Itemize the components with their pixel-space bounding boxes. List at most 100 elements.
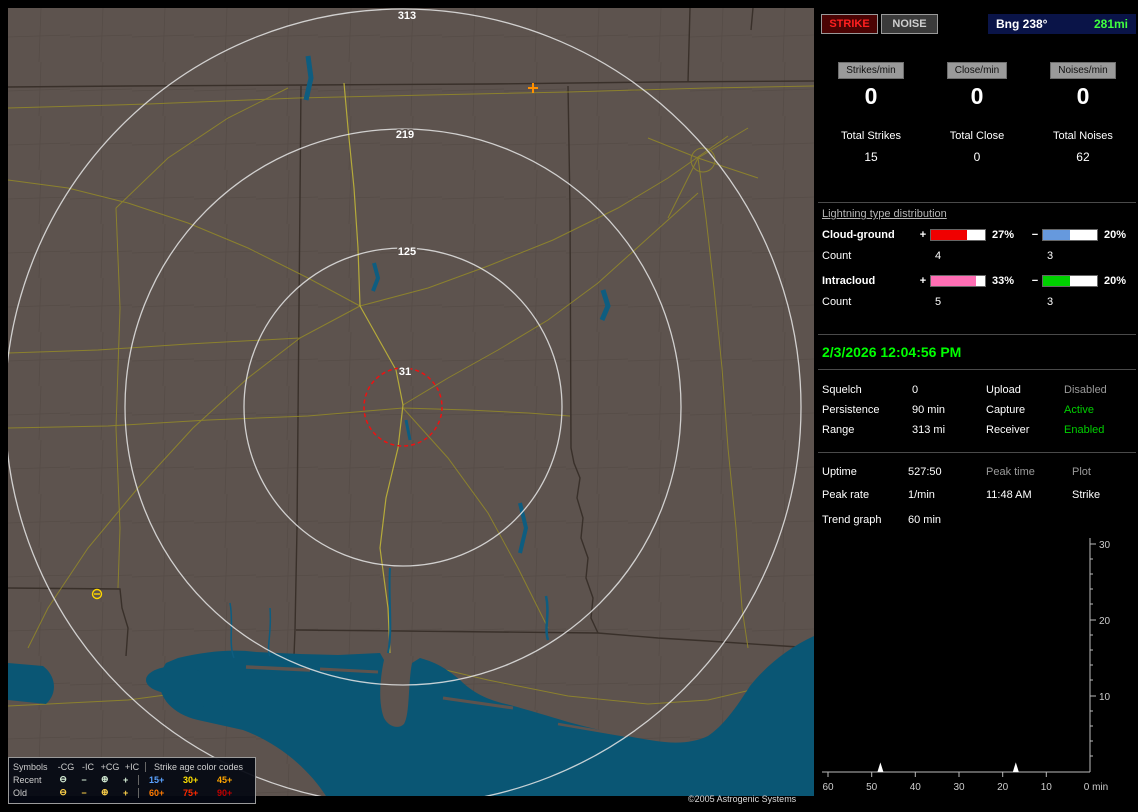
squelch-value: 0 — [912, 384, 919, 396]
peak-time-header: Peak time — [986, 466, 1035, 478]
cloud-ground-label: Cloud-ground — [822, 229, 895, 241]
legend-col-neg-ic: -IC — [82, 761, 94, 772]
capture-status: Active — [1064, 404, 1094, 416]
intracloud-count-row: Count 5 3 — [822, 296, 1132, 308]
receiver-label: Receiver — [986, 424, 1030, 436]
range-value: 313 mi — [912, 424, 946, 436]
trend-axes — [822, 538, 1096, 777]
count-label: Count — [822, 250, 852, 262]
total-noises-label: Total Noises — [1053, 130, 1113, 142]
close-per-min-value: 0 — [970, 83, 984, 109]
trend-graph: 30 20 10 60 50 40 30 20 10 0 min — [818, 532, 1136, 805]
cg-plus-pct: 27% — [992, 229, 1015, 241]
age-code-45: 45+ — [216, 774, 233, 785]
neg-ic-old-icon: − — [81, 787, 87, 798]
cg-minus-count: 3 — [1047, 250, 1054, 262]
plus-sign: + — [919, 275, 927, 287]
ic-minus-pct: 20% — [1104, 275, 1127, 287]
trend-plot-spikes — [877, 762, 1019, 772]
plus-sign: + — [919, 229, 927, 241]
distribution-section: Lightning type distribution Cloud-ground… — [818, 202, 1136, 321]
ic-minus-count: 3 — [1047, 296, 1054, 308]
ic-plus-bar — [930, 275, 986, 287]
ring-label-313: 313 — [398, 10, 416, 22]
total-strikes-label: Total Strikes — [841, 130, 901, 142]
noise-button[interactable]: NOISE — [881, 14, 938, 34]
neg-ic-recent-icon: − — [81, 774, 87, 785]
count-label: Count — [822, 296, 852, 308]
legend-col-neg-cg: -CG — [57, 761, 75, 772]
map-legend: Symbols -CG -IC +CG +IC Strike age color… — [8, 757, 256, 804]
svg-text:10: 10 — [1041, 782, 1053, 793]
noises-per-min-label: Noises/min — [1050, 62, 1116, 79]
noises-per-min-value: 0 — [1076, 83, 1090, 109]
receiver-status: Enabled — [1064, 424, 1105, 436]
status-panel: STRIKE NOISE Bng 238° 281mi Strikes/min … — [818, 8, 1136, 804]
legend-col-pos-cg: +CG — [100, 761, 120, 772]
capture-label: Capture — [986, 404, 1026, 416]
trend-header: Trend graph 60 min — [818, 514, 1136, 526]
ring-label-219: 219 — [396, 129, 414, 141]
cg-plus-count: 4 — [935, 250, 942, 262]
plot-header: Plot — [1072, 466, 1091, 478]
settings-section: Squelch 0 Upload Disabled Persistence 90… — [818, 374, 1136, 440]
total-close-label: Total Close — [949, 130, 1005, 142]
plot-value: Strike — [1072, 489, 1101, 501]
svg-text:30: 30 — [1099, 540, 1111, 551]
pos-cg-recent-icon: ⊕ — [100, 774, 109, 784]
legend-age-header: Strike age color codes — [145, 761, 251, 772]
age-code-15: 15+ — [148, 774, 165, 785]
age-code-30: 30+ — [182, 774, 199, 785]
total-close-value: 0 — [973, 150, 981, 164]
pos-ic-recent-icon: + — [122, 774, 129, 785]
panel-header: STRIKE NOISE Bng 238° 281mi — [818, 14, 1136, 34]
stats-section: Uptime 527:50 Peak time Plot Peak rate 1… — [818, 452, 1136, 507]
legend-row-old-label: Old — [13, 787, 28, 798]
close-per-min-label: Close/min — [946, 62, 1008, 79]
persistence-label: Persistence — [822, 404, 880, 416]
svg-text:40: 40 — [910, 782, 922, 793]
total-strikes-value: 15 — [864, 150, 878, 164]
map-canvas: 313 219 125 31 — [8, 8, 814, 796]
trend-graph-canvas: 30 20 10 60 50 40 30 20 10 0 min — [822, 538, 1111, 793]
rates-section: Strikes/min 0 Close/min 0 Noises/min 0 — [818, 62, 1136, 110]
svg-text:10: 10 — [1099, 692, 1111, 703]
peak-rate-value: 1/min — [908, 489, 935, 501]
trend-x-labels: 60 50 40 30 20 10 0 min — [822, 782, 1108, 793]
svg-text:60: 60 — [822, 782, 834, 793]
age-code-75: 75+ — [182, 787, 199, 798]
svg-text:0 min: 0 min — [1084, 782, 1108, 793]
totals-section: Total Strikes 15 Total Close 0 Total Noi… — [818, 130, 1136, 164]
neg-cg-recent-icon: ⊖ — [59, 774, 67, 784]
peak-rate-label: Peak rate — [822, 489, 870, 501]
svg-text:20: 20 — [997, 782, 1009, 793]
legend-symbols-header: Symbols — [13, 761, 48, 772]
copyright-text: ©2005 Astrogenic Systems — [688, 794, 797, 804]
lightning-map[interactable]: 313 219 125 31 — [8, 8, 814, 796]
neg-cg-old-icon: ⊖ — [59, 787, 67, 797]
strikes-per-min-value: 0 — [864, 83, 878, 109]
pos-ic-old-icon: + — [122, 787, 129, 798]
cg-minus-pct: 20% — [1104, 229, 1127, 241]
age-code-60: 60+ — [148, 787, 165, 798]
total-noises-value: 62 — [1076, 150, 1090, 164]
cg-plus-bar — [930, 229, 986, 241]
upload-status: Disabled — [1064, 384, 1107, 396]
persistence-value: 90 min — [912, 404, 946, 416]
ic-plus-pct: 33% — [992, 275, 1015, 287]
ring-label-31: 31 — [399, 366, 411, 378]
svg-text:30: 30 — [953, 782, 965, 793]
ring-label-125: 125 — [398, 246, 416, 258]
pos-cg-old-icon: ⊕ — [100, 787, 109, 797]
peak-time-value: 11:48 AM — [986, 489, 1032, 501]
age-code-90: 90+ — [216, 787, 233, 798]
legend-row-recent-label: Recent — [13, 774, 42, 785]
legend-col-pos-ic: +IC — [124, 761, 140, 772]
minus-sign: − — [1031, 229, 1039, 241]
cloud-ground-row: Cloud-ground + 27% − 20% — [822, 229, 1132, 241]
intracloud-row: Intracloud + 33% − 20% — [822, 275, 1132, 287]
upload-label: Upload — [986, 384, 1021, 396]
cg-minus-bar — [1042, 229, 1098, 241]
minus-sign: − — [1031, 275, 1039, 287]
strike-button[interactable]: STRIKE — [821, 14, 878, 34]
